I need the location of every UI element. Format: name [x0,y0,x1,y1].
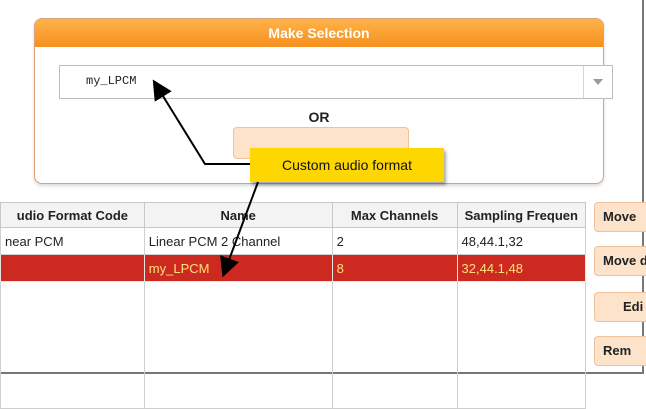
column-header-sampling[interactable]: Sampling Frequen [456,202,587,228]
or-label: OR [308,109,330,125]
column-header-code[interactable]: udio Format Code [0,202,145,228]
column-header-max-channels[interactable]: Max Channels [331,202,458,228]
audio-format-table: udio Format Code Name Max Channels Sampl… [0,202,587,409]
table-empty-area [0,281,587,409]
format-dropdown[interactable]: my_LPCM [59,65,613,99]
table-row[interactable]: near PCM Linear PCM 2 Channel 2 48,44.1,… [0,227,587,255]
cell-code [0,254,145,282]
column-header-name[interactable]: Name [143,202,333,228]
move-up-button[interactable]: Move [594,202,646,232]
panel-title: Make Selection [35,19,603,47]
cell-name: my_LPCM [143,254,333,282]
chevron-down-icon[interactable] [583,66,612,98]
table-header-row: udio Format Code Name Max Channels Sampl… [0,202,587,228]
remove-button[interactable]: Rem [594,336,646,366]
cell-max-channels: 8 [331,254,458,282]
cell-sampling: 32,44.1,48 [456,254,587,282]
move-down-button[interactable]: Move d [594,246,646,276]
dropdown-value: my_LPCM [86,74,137,88]
cell-sampling: 48,44.1,32 [456,227,587,255]
cell-code: near PCM [0,227,145,255]
edit-button[interactable]: Edi [594,292,646,322]
table-row-selected[interactable]: my_LPCM 8 32,44.1,48 [0,254,587,282]
callout-label: Custom audio format [250,148,444,182]
cell-max-channels: 2 [331,227,458,255]
cell-name: Linear PCM 2 Channel [143,227,333,255]
